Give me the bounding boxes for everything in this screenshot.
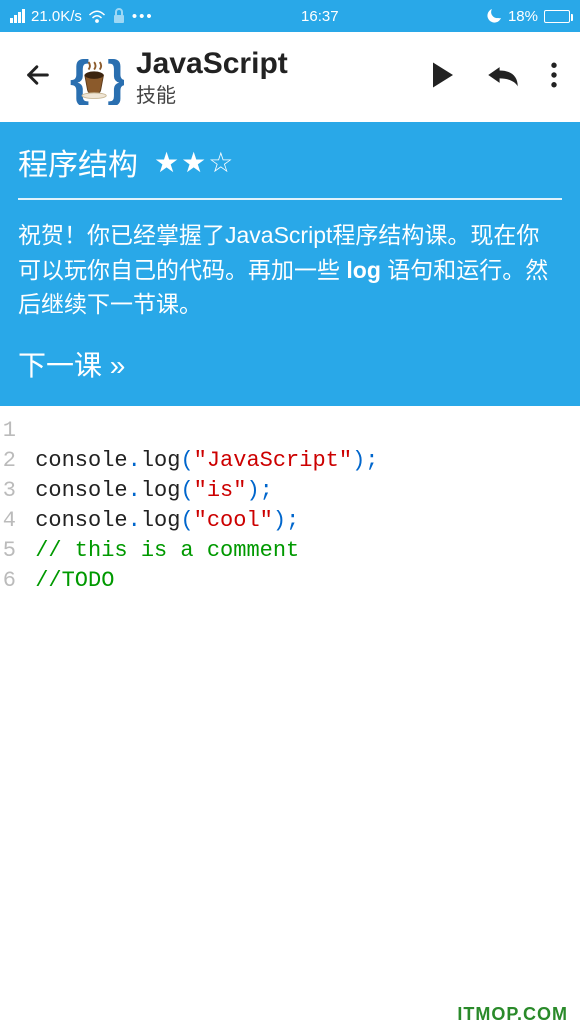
next-lesson-link[interactable]: 下一课 » <box>18 344 125 384</box>
watermark: ITMOP.COM <box>457 1004 568 1025</box>
reply-button[interactable] <box>486 62 520 93</box>
code-line[interactable]: 2 console.log("JavaScript"); <box>0 446 580 476</box>
network-speed: 21.0K/s <box>31 8 82 25</box>
wifi-icon <box>88 9 106 24</box>
line-number: 5 <box>0 536 22 566</box>
app-logo: { } <box>66 47 126 107</box>
dots-icon: ••• <box>132 8 154 25</box>
lock-icon <box>112 8 126 24</box>
battery-icon <box>544 10 570 23</box>
code-line[interactable]: 6 //TODO <box>0 566 580 596</box>
back-button[interactable] <box>14 51 62 104</box>
line-number: 4 <box>0 506 22 536</box>
battery-percent: 18% <box>508 8 538 25</box>
app-title: JavaScript <box>136 47 426 81</box>
lesson-title: 程序结构 <box>18 140 138 184</box>
code-content[interactable]: console.log("is"); <box>22 476 273 506</box>
code-line[interactable]: 1 <box>0 416 580 446</box>
code-line[interactable]: 3 console.log("is"); <box>0 476 580 506</box>
divider <box>18 198 562 200</box>
app-subtitle: 技能 <box>136 79 426 108</box>
code-content[interactable]: console.log("cool"); <box>22 506 299 536</box>
code-content[interactable]: // this is a comment <box>22 536 299 566</box>
more-button[interactable] <box>550 62 558 93</box>
lesson-stars: ★★☆ <box>154 146 235 179</box>
line-number: 1 <box>0 416 22 446</box>
line-number: 2 <box>0 446 22 476</box>
app-bar: { } JavaScript 技能 <box>0 32 580 122</box>
code-editor[interactable]: 12 console.log("JavaScript");3 console.l… <box>0 406 580 596</box>
code-content[interactable]: //TODO <box>22 566 114 596</box>
status-time: 16:37 <box>301 8 339 25</box>
play-button[interactable] <box>430 60 456 95</box>
line-number: 6 <box>0 566 22 596</box>
signal-icon <box>10 9 25 23</box>
moon-icon <box>486 8 502 24</box>
svg-text:}: } <box>107 50 124 105</box>
code-content[interactable]: console.log("JavaScript"); <box>22 446 378 476</box>
code-line[interactable]: 4 console.log("cool"); <box>0 506 580 536</box>
code-line[interactable]: 5 // this is a comment <box>0 536 580 566</box>
line-number: 3 <box>0 476 22 506</box>
status-bar: 21.0K/s ••• 16:37 18% <box>0 0 580 32</box>
lesson-description: 祝贺！你已经掌握了JavaScript程序结构课。现在你可以玩你自己的代码。再加… <box>18 218 562 322</box>
lesson-panel: 程序结构 ★★☆ 祝贺！你已经掌握了JavaScript程序结构课。现在你可以玩… <box>0 122 580 406</box>
